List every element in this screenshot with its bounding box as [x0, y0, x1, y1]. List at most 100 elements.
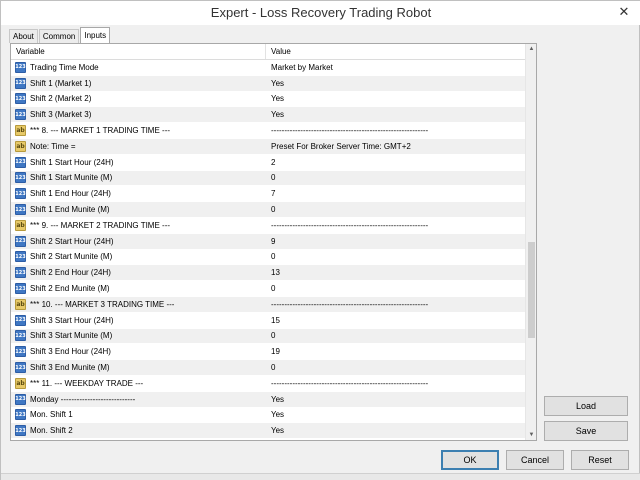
- tab-inputs[interactable]: Inputs: [80, 27, 111, 43]
- cancel-button[interactable]: Cancel: [506, 450, 564, 470]
- value-cell[interactable]: 2: [266, 158, 521, 167]
- value-cell[interactable]: Yes: [266, 395, 521, 404]
- variable-name: Shift 2 Start Hour (24H): [30, 236, 114, 246]
- table-row[interactable]: 123 Trading Time Mode Market by Market: [11, 60, 526, 76]
- variable-cell: 123 Shift 2 (Market 2): [11, 92, 266, 107]
- value-cell[interactable]: ----------------------------------------…: [266, 379, 521, 388]
- numeric-type-icon: 123: [15, 425, 26, 437]
- value-cell[interactable]: Preset For Broker Server Time: GMT+2: [266, 142, 521, 151]
- tab-about[interactable]: About: [9, 29, 38, 43]
- numeric-type-icon: 123: [15, 330, 26, 342]
- value-cell[interactable]: 15: [266, 316, 521, 325]
- variable-cell: 123 Mon. Shift 1: [11, 408, 266, 423]
- value-cell[interactable]: ----------------------------------------…: [266, 126, 521, 135]
- table-row[interactable]: 123 Shift 2 (Market 2) Yes: [11, 91, 526, 108]
- vertical-scrollbar[interactable]: ▲ ▼: [525, 44, 536, 440]
- table-row[interactable]: 123 Shift 3 (Market 3) Yes: [11, 107, 526, 124]
- value-cell[interactable]: 13: [266, 268, 521, 277]
- table-row[interactable]: ab *** 8. --- MARKET 1 TRADING TIME --- --…: [11, 123, 526, 139]
- variable-cell: 123 Shift 3 Start Munite (M): [11, 329, 266, 344]
- table-row[interactable]: 123 Shift 2 Start Hour (24H) 9: [11, 233, 526, 250]
- numeric-type-icon: 123: [15, 314, 26, 326]
- table-row[interactable]: 123 Shift 3 Start Munite (M) 0: [11, 328, 526, 345]
- table-row[interactable]: ab *** 9. --- MARKET 2 TRADING TIME --- --…: [11, 217, 526, 234]
- ok-button[interactable]: OK: [441, 450, 499, 470]
- value-cell[interactable]: 9: [266, 237, 521, 246]
- value-cell[interactable]: Yes: [266, 94, 521, 103]
- table-row[interactable]: 123 Shift 3 End Munite (M) 0: [11, 360, 526, 376]
- variable-name: Mon. Shift 1: [30, 410, 73, 420]
- value-cell[interactable]: 0: [266, 252, 521, 261]
- table-row[interactable]: 123 Mon. Shift 1 Yes: [11, 407, 526, 424]
- table-row[interactable]: 123 Shift 2 End Hour (24H) 13: [11, 265, 526, 282]
- variable-cell: 123 Shift 2 Start Hour (24H): [11, 234, 266, 249]
- table-row[interactable]: 123 Shift 2 End Munite (M) 0: [11, 281, 526, 297]
- variable-name: Shift 1 End Munite (M): [30, 205, 110, 215]
- table-row[interactable]: 123 Shift 1 End Hour (24H) 7: [11, 186, 526, 203]
- variable-cell: 123 Shift 1 Start Munite (M): [11, 171, 266, 186]
- variable-cell: ab *** 11. --- WEEKDAY TRADE ---: [11, 376, 266, 391]
- variable-name: Shift 2 End Munite (M): [30, 284, 110, 294]
- table-row[interactable]: ab Note: Time = Preset For Broker Server T…: [11, 138, 526, 155]
- variable-cell: 123 Shift 1 Start Hour (24H): [11, 155, 266, 170]
- table-row[interactable]: 123 Mon. Shift 2 Yes: [11, 423, 526, 440]
- reset-button[interactable]: Reset: [571, 450, 629, 470]
- numeric-type-icon: 123: [15, 346, 26, 358]
- grid-header: Variable Value: [11, 44, 526, 60]
- variable-name: Shift 2 Start Munite (M): [30, 252, 113, 262]
- tab-common[interactable]: Common: [38, 29, 80, 43]
- value-cell[interactable]: 0: [266, 284, 521, 293]
- save-button[interactable]: Save: [544, 421, 628, 441]
- variable-cell: 123 Shift 1 End Munite (M): [11, 202, 266, 217]
- table-row[interactable]: 123 Monday ---------------------------- Ye…: [11, 391, 526, 408]
- close-icon[interactable]: ✕: [615, 4, 633, 20]
- table-row[interactable]: 123 Shift 2 Start Munite (M) 0: [11, 249, 526, 266]
- value-cell[interactable]: Yes: [266, 426, 521, 435]
- value-cell[interactable]: 19: [266, 347, 521, 356]
- table-row[interactable]: 123 Shift 3 End Hour (24H) 19: [11, 344, 526, 361]
- scroll-down-icon[interactable]: ▼: [526, 430, 537, 440]
- variable-name: Shift 2 End Hour (24H): [30, 268, 111, 278]
- table-row[interactable]: 123 Shift 1 Start Hour (24H) 2: [11, 154, 526, 171]
- numeric-type-icon: 123: [15, 409, 26, 421]
- load-button[interactable]: Load: [544, 396, 628, 416]
- table-row[interactable]: 123 Shift 1 (Market 1) Yes: [11, 75, 526, 92]
- value-cell[interactable]: 0: [266, 331, 521, 340]
- table-row[interactable]: ab *** 10. --- MARKET 3 TRADING TIME --- -…: [11, 296, 526, 313]
- column-header-variable[interactable]: Variable: [11, 44, 266, 59]
- table-row[interactable]: 123 Shift 1 End Munite (M) 0: [11, 202, 526, 218]
- value-cell[interactable]: 0: [266, 363, 521, 372]
- table-row[interactable]: 123 Shift 1 Start Munite (M) 0: [11, 170, 526, 187]
- variable-cell: 123 Shift 3 Start Hour (24H): [11, 313, 266, 328]
- variable-name: Monday ----------------------------: [30, 394, 136, 404]
- value-cell[interactable]: ----------------------------------------…: [266, 300, 521, 309]
- value-cell[interactable]: Market by Market: [266, 63, 521, 72]
- variable-cell: 123 Shift 3 (Market 3): [11, 107, 266, 122]
- column-header-value[interactable]: Value: [266, 44, 291, 59]
- string-type-icon: ab: [15, 219, 26, 231]
- numeric-type-icon: 123: [15, 267, 26, 279]
- variable-name: Shift 1 Start Hour (24H): [30, 157, 114, 167]
- variable-name: *** 10. --- MARKET 3 TRADING TIME ---: [30, 299, 175, 309]
- numeric-type-icon: 123: [15, 77, 26, 89]
- scroll-up-icon[interactable]: ▲: [526, 44, 537, 54]
- table-row[interactable]: 123 Shift 3 Start Hour (24H) 15: [11, 312, 526, 329]
- value-cell[interactable]: 7: [266, 189, 521, 198]
- numeric-type-icon: 123: [15, 156, 26, 168]
- value-cell[interactable]: Yes: [266, 110, 521, 119]
- value-cell[interactable]: 0: [266, 173, 521, 182]
- scrollbar-thumb[interactable]: [528, 242, 535, 338]
- variable-cell: ab *** 10. --- MARKET 3 TRADING TIME ---: [11, 297, 266, 312]
- value-cell[interactable]: Yes: [266, 79, 521, 88]
- numeric-type-icon: 123: [15, 93, 26, 105]
- variable-cell: 123 Shift 1 (Market 1): [11, 76, 266, 91]
- window-title: Expert - Loss Recovery Trading Robot: [210, 5, 432, 20]
- variable-name: Shift 3 End Munite (M): [30, 363, 110, 373]
- table-row[interactable]: ab *** 11. --- WEEKDAY TRADE --- ---------…: [11, 375, 526, 392]
- numeric-type-icon: 123: [15, 61, 26, 73]
- value-cell[interactable]: 0: [266, 205, 521, 214]
- value-cell[interactable]: ----------------------------------------…: [266, 221, 521, 230]
- numeric-type-icon: 123: [15, 172, 26, 184]
- value-cell[interactable]: Yes: [266, 410, 521, 419]
- variable-cell: 123 Shift 3 End Munite (M): [11, 360, 266, 375]
